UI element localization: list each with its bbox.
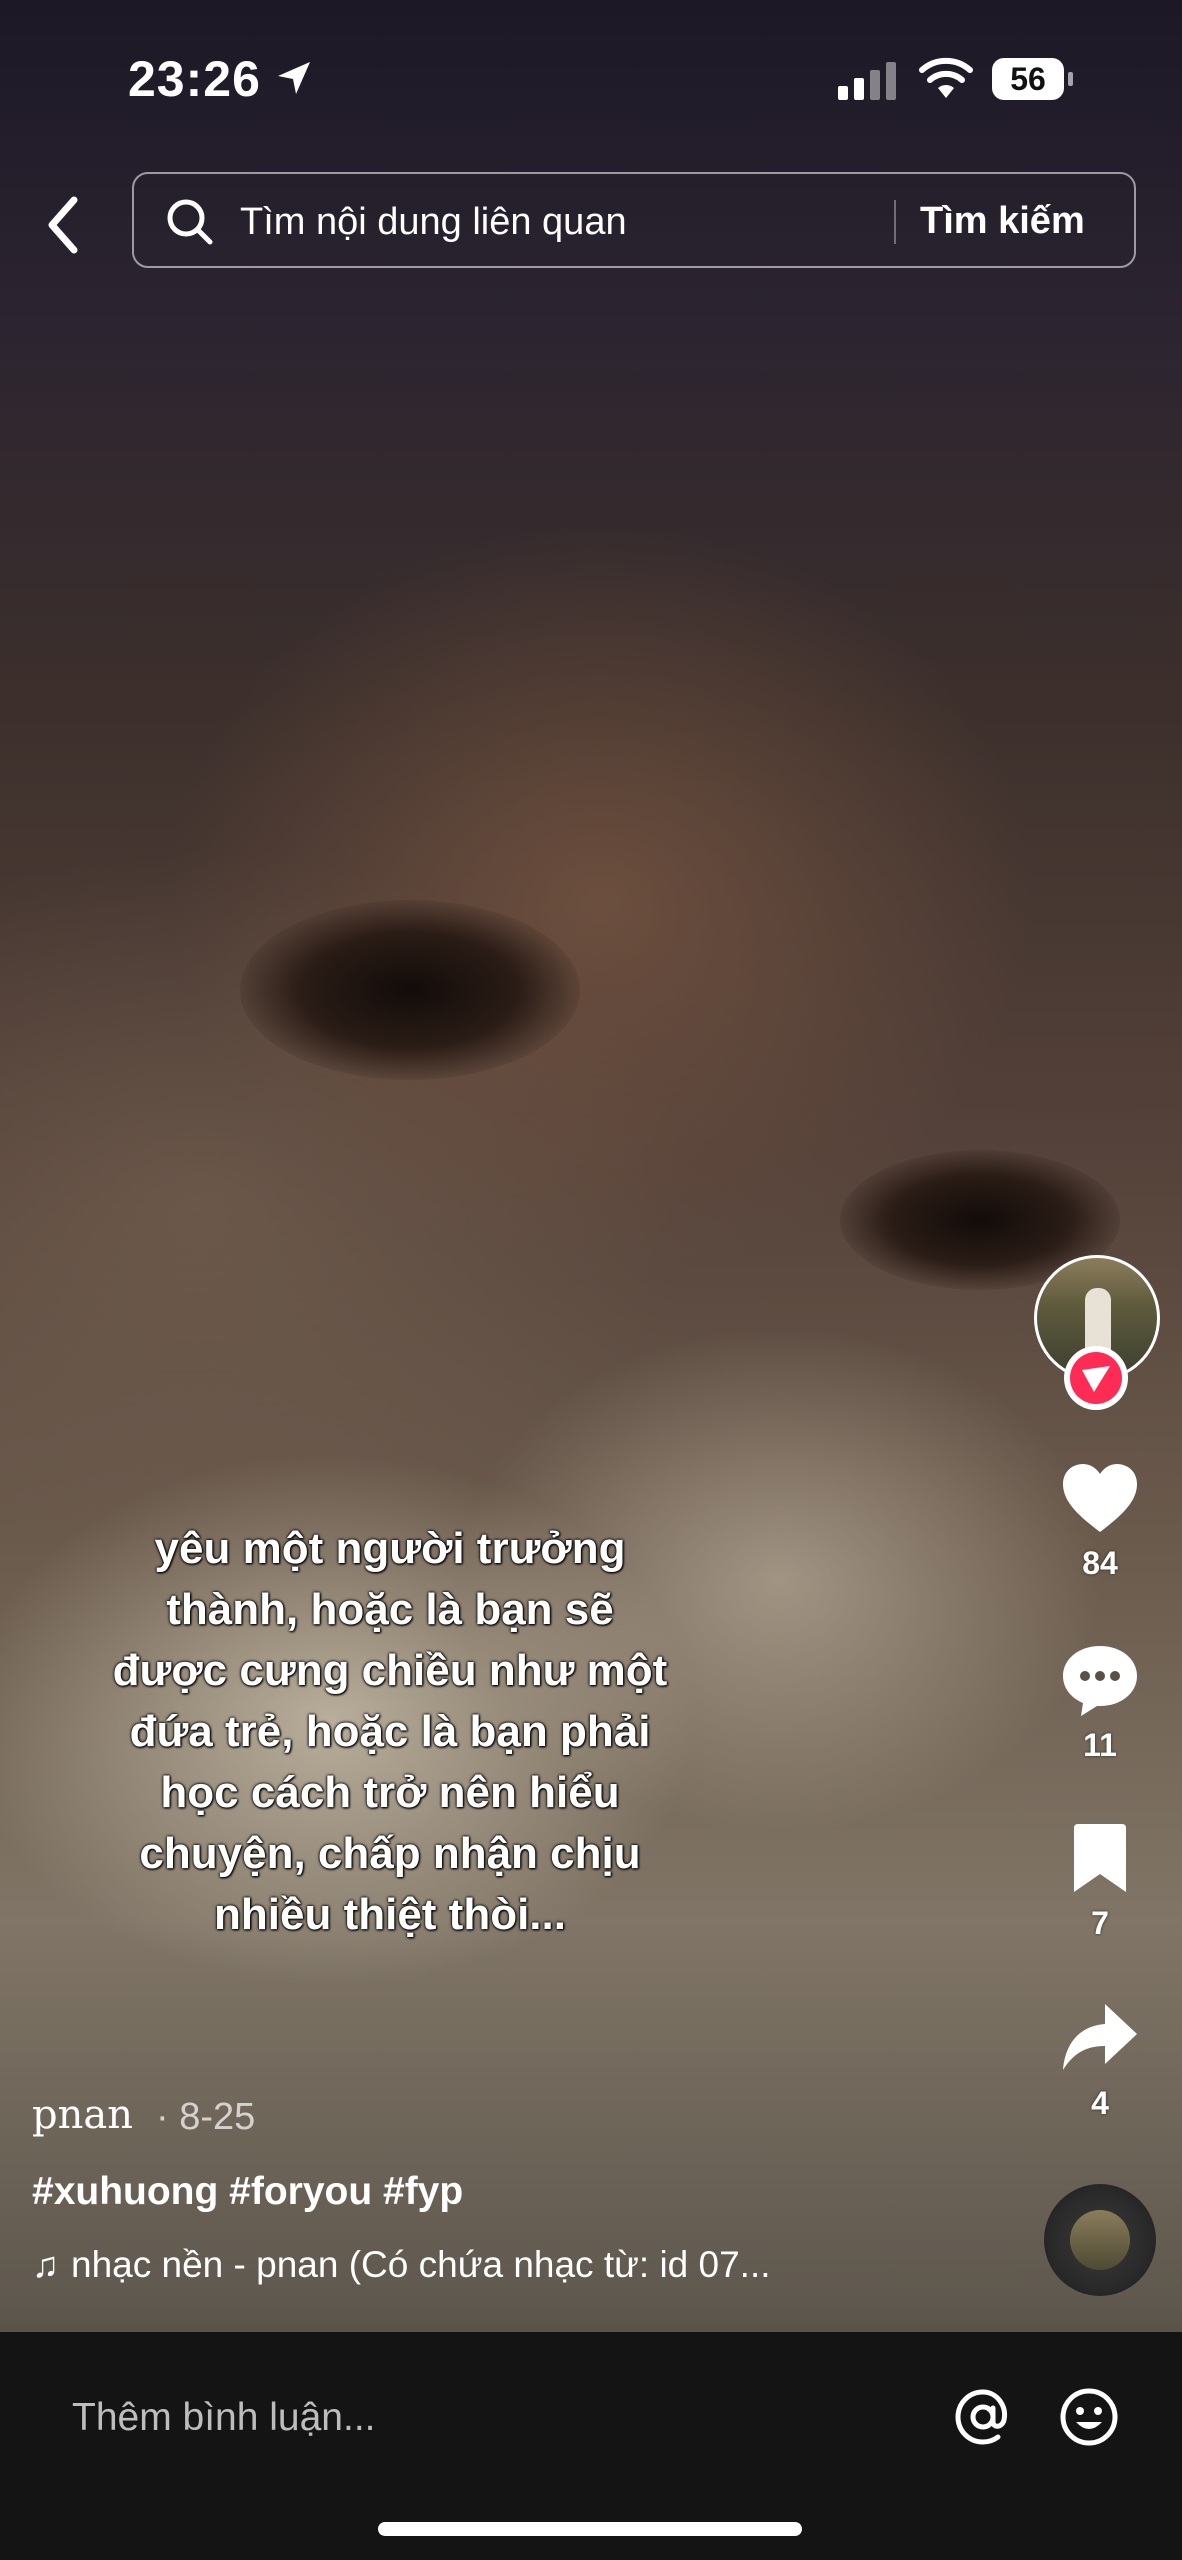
music-disc-cover: [1070, 2210, 1130, 2270]
video-frame-shade-left: [240, 900, 580, 1080]
post-date: · 8-25: [156, 2096, 256, 2138]
share-count: 4: [1091, 2085, 1109, 2121]
emoji-icon[interactable]: [1056, 2384, 1122, 2450]
like-count: 84: [1082, 1545, 1118, 1581]
battery-indicator: 56: [992, 58, 1064, 100]
caption-line: đứa trẻ, hoặc là bạn phải: [129, 1707, 651, 1756]
post-hashtags[interactable]: #xuhuong #foryou #fyp: [32, 2170, 463, 2214]
caption-line: học cách trở nên hiểu: [160, 1768, 620, 1817]
back-button[interactable]: [38, 190, 88, 260]
home-indicator[interactable]: [378, 2522, 802, 2536]
share-arrow-icon: [1063, 2004, 1137, 2070]
comment-button[interactable]: 11: [1050, 1642, 1150, 1764]
music-note-icon: ♫: [32, 2244, 59, 2285]
bookmark-icon: [1074, 1824, 1126, 1892]
heart-icon: [1063, 1464, 1137, 1532]
comment-bar: [0, 2332, 1182, 2560]
creator-username[interactable]: pnan: [32, 2092, 133, 2138]
follow-plus-icon: [1070, 1352, 1122, 1404]
comment-count: 11: [1083, 1727, 1117, 1763]
battery-cap: [1068, 72, 1073, 86]
search-icon: [167, 199, 213, 245]
comment-icon: [1063, 1646, 1137, 1716]
search-divider: [894, 200, 896, 244]
like-button[interactable]: 84: [1050, 1460, 1150, 1582]
status-bar: 23:26 56: [0, 0, 1182, 150]
video-screen[interactable]: 23:26 56 Tìm kiếm yêu một người: [0, 0, 1182, 2560]
music-info[interactable]: ♫ nhạc nền - pnan (Có chứa nhạc từ: id 0…: [32, 2244, 892, 2286]
caption-line: được cưng chiều như một: [112, 1646, 668, 1695]
cellular-signal-icon: [838, 62, 896, 100]
caption-line: chuyện, chấp nhận chịu: [139, 1829, 641, 1878]
location-arrow-icon: [278, 62, 310, 94]
music-title: nhạc nền - pnan (Có chứa nhạc từ: id 07.…: [71, 2244, 771, 2285]
caption-line: thành, hoặc là bạn sẽ: [166, 1585, 614, 1634]
bookmark-button[interactable]: 7: [1050, 1822, 1150, 1942]
music-disc[interactable]: [1044, 2184, 1156, 2296]
search-bar[interactable]: Tìm kiếm: [132, 172, 1136, 268]
wifi-icon: [919, 57, 973, 98]
comment-input[interactable]: [70, 2382, 874, 2454]
mention-at-icon[interactable]: [950, 2384, 1016, 2450]
bookmark-count: 7: [1091, 1905, 1109, 1941]
share-button[interactable]: 4: [1050, 2000, 1150, 2122]
caption-line: yêu một người trưởng: [154, 1524, 626, 1573]
status-time: 23:26: [128, 51, 261, 107]
follow-button[interactable]: [1064, 1346, 1128, 1410]
search-input[interactable]: [238, 196, 1002, 248]
video-caption: yêu một người trưởng thành, hoặc là bạn …: [70, 1518, 710, 1945]
search-button[interactable]: Tìm kiếm: [914, 192, 1091, 250]
caption-line: nhiều thiệt thòi...: [214, 1890, 566, 1939]
